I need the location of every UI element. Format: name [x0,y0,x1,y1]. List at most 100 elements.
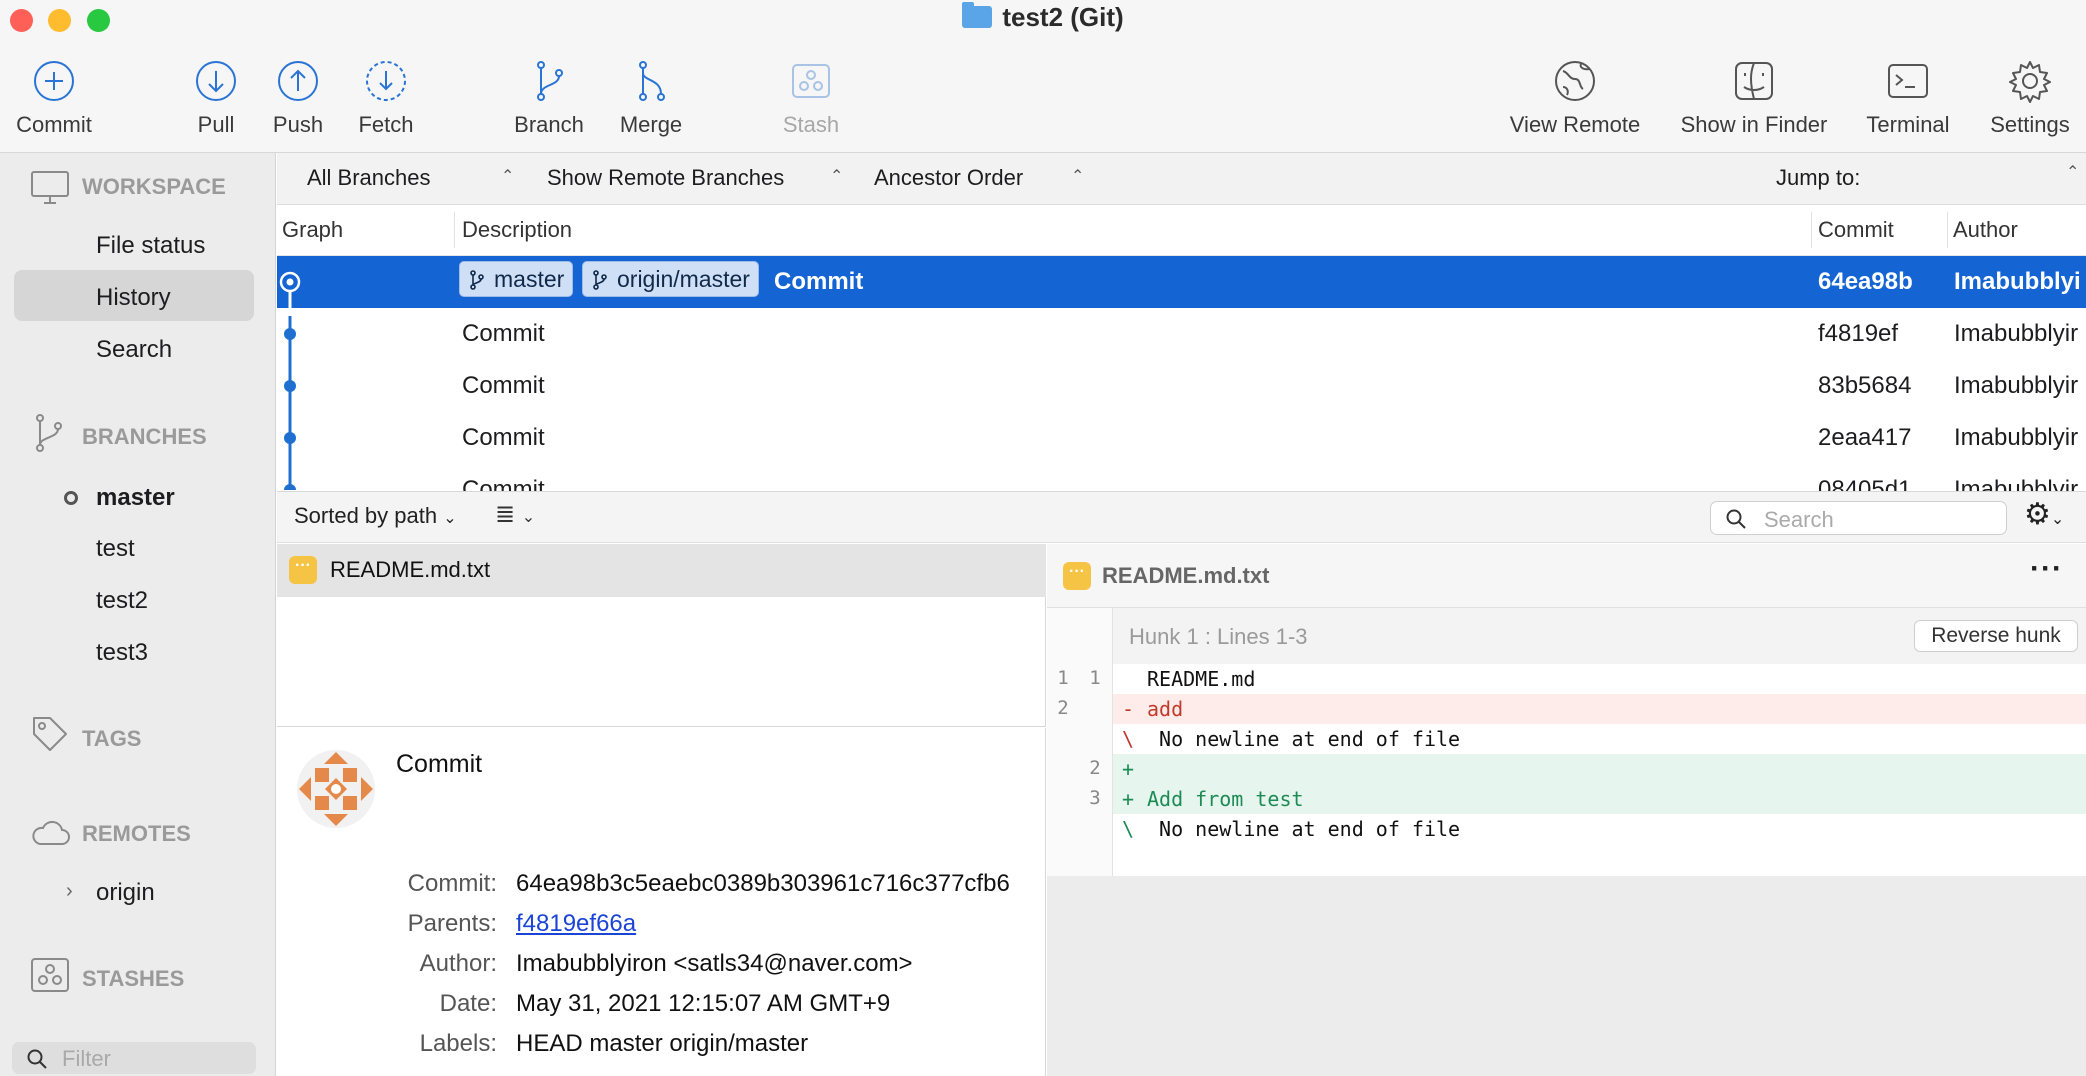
more-options-icon[interactable]: ··· [2030,552,2063,586]
current-branch-indicator [64,491,78,505]
sidebar-remote-origin[interactable]: origin [96,879,155,907]
file-list-item[interactable]: ··· README.md.txt [277,544,1046,597]
commit-label: Commit: [407,870,497,897]
diff-sign: + [1122,757,1135,781]
view-remote-button[interactable]: View Remote [1500,50,1650,138]
column-divider[interactable] [1947,212,1948,248]
tags-label: TAGS [82,726,142,751]
graph-node [284,484,296,490]
commit-author: Imabubblyir [1954,424,2079,451]
commit-row[interactable]: Commit 83b5684 Imabubblyir [277,360,2086,412]
column-divider[interactable] [454,212,455,248]
fetch-button[interactable]: Fetch [321,50,451,138]
graph-node [284,432,296,444]
chevron-down-icon: ⌄ [521,509,536,526]
branches-filter-select[interactable]: All Branches [307,165,431,191]
sidebar-item-search[interactable]: Search [96,336,172,364]
arrow-up-circle-icon [278,61,318,101]
terminal-button[interactable]: Terminal [1843,50,1973,138]
gear-menu-icon[interactable]: ⚙⌄ [2024,497,2064,532]
branch-label-master[interactable]: master [459,261,574,297]
sidebar-item-history[interactable]: History [96,284,171,312]
column-author[interactable]: Author [1953,217,2018,243]
show-in-finder-label: Show in Finder [1680,112,1828,137]
sidebar-branch-test[interactable]: test [96,535,135,563]
diff-line-context: README.md [1113,664,2086,694]
branches-label: BRANCHES [82,424,207,449]
globe-icon [1555,61,1595,101]
terminal-icon [1888,64,1928,98]
date-value: May 31, 2021 12:15:07 AM GMT+9 [516,990,891,1017]
commit-author: Imabubblyir [1954,320,2079,347]
commit-row[interactable]: Commit f4819ef Imabubblyir [277,308,2086,360]
order-select[interactable]: Ancestor Order [874,165,1023,191]
parents-label: Parents: [407,910,497,937]
tag-icon [33,717,67,751]
column-description[interactable]: Description [462,217,572,243]
branch-icon [593,270,607,290]
commit-details [277,728,1046,1076]
column-divider[interactable] [1811,212,1812,248]
file-search-input[interactable]: Search [1710,501,2007,535]
diff-file-name: README.md.txt [1102,563,1270,588]
labels-label: Labels: [419,1030,497,1057]
parent-commit-link[interactable]: f4819ef66a [516,910,636,938]
sidebar-branch-master[interactable]: master [96,484,175,512]
commit-button[interactable]: Commit [0,50,119,138]
sort-select[interactable]: Sorted by path ⌄ [294,503,457,529]
sidebar-branch-test3[interactable]: test3 [96,639,148,667]
branches-header[interactable]: BRANCHES [30,412,270,454]
stashes-header[interactable]: STASHES [30,955,270,995]
branch-label-text: origin/master [617,266,750,292]
old-line-number: 1 [1057,667,1069,689]
search-placeholder: Search [1764,507,1834,532]
stash-label: Stash [782,112,840,137]
commit-label: Commit [16,112,92,137]
commit-sha: 64ea98b3c5eaebc0389b303961c716c377cfb6 [516,870,1010,897]
list-view-icon[interactable]: ≣ ⌄ [495,500,535,529]
jump-to-select[interactable]: Jump to: [1776,165,1860,191]
monitor-icon [31,171,69,204]
graph-node [284,380,296,392]
commit-hash: 64ea98b [1818,268,1913,295]
merge-button[interactable]: Merge [586,50,716,138]
updown-chevron-icon[interactable]: ⌃ [830,166,843,186]
commit-row[interactable]: Commit 2eaa417 Imabubblyir [277,412,2086,464]
updown-chevron-icon[interactable]: ⌃ [2066,162,2079,182]
column-graph[interactable]: Graph [282,217,343,243]
commit-hash: f4819ef [1818,320,1899,347]
column-commit[interactable]: Commit [1818,217,1894,243]
commit-author: Imabubblyi [1954,268,2081,295]
merge-icon [639,61,665,101]
sidebar-branch-test2[interactable]: test2 [96,587,148,615]
remote-branches-select[interactable]: Show Remote Branches [547,165,784,191]
chevron-right-icon[interactable]: › [66,880,73,903]
branch-label-origin-master[interactable]: origin/master [582,261,759,297]
commit-description: Commit [462,424,545,451]
branch-icon [36,414,62,452]
sidebar-item-file-status[interactable]: File status [96,232,205,260]
finder-icon [1735,62,1773,100]
hunk-title: Hunk 1 : Lines 1-3 [1129,624,1308,649]
updown-chevron-icon[interactable]: ⌃ [1071,166,1084,186]
branch-label-text: master [494,266,565,292]
search-icon [1726,509,1746,529]
window-title: test2 (Git) [0,2,2086,33]
diff-sign: - [1122,697,1135,721]
commit-row[interactable]: Commit 08405d1 Imabubblyir [277,464,2086,491]
diff-text: add [1147,697,1184,721]
stash-button[interactable]: Stash [746,50,876,138]
diff-text: No newline at end of file [1147,817,1461,841]
line-number-gutter [1047,608,1113,876]
commit-hash: 08405d1 [1818,476,1912,491]
diff-line-added: + Add from test [1113,784,2086,814]
old-line-number: 2 [1057,697,1069,719]
sidebar-filter-input[interactable]: Filter [12,1042,256,1074]
remotes-header[interactable]: REMOTES [30,816,270,850]
tags-header[interactable]: TAGS [30,714,270,754]
settings-button[interactable]: Settings [1965,50,2086,138]
updown-chevron-icon[interactable]: ⌃ [501,166,514,186]
show-in-finder-button[interactable]: Show in Finder [1669,50,1839,138]
reverse-hunk-button[interactable]: Reverse hunk [1914,620,2078,652]
author-value: Imabubblyiron <satls34@naver.com> [516,950,913,977]
